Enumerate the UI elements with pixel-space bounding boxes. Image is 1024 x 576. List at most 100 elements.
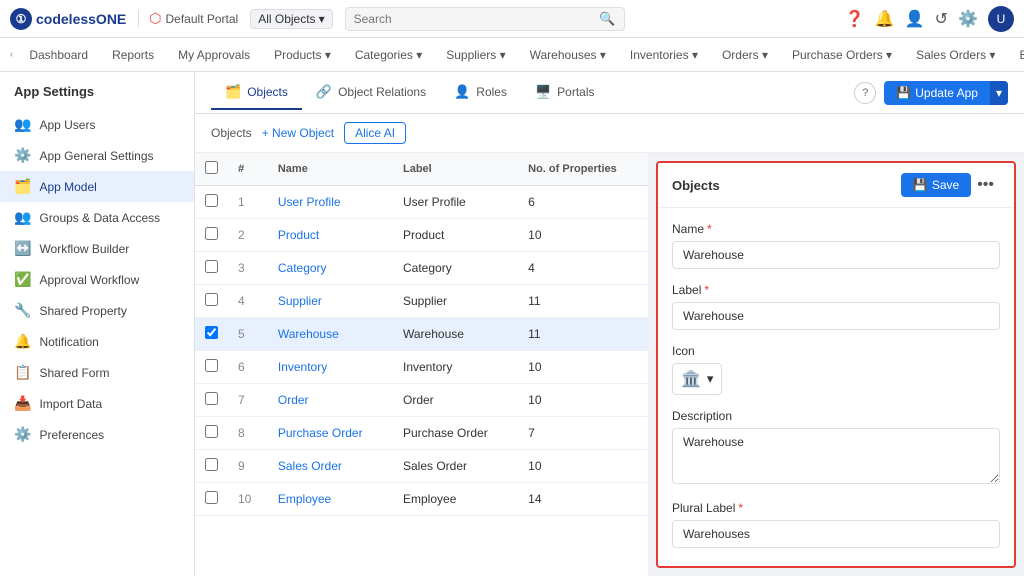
- row-name: Employee: [268, 483, 393, 516]
- object-link[interactable]: Warehouse: [278, 327, 339, 341]
- more-options-button[interactable]: •••: [971, 176, 1000, 194]
- object-link[interactable]: Category: [278, 261, 327, 275]
- nav-inventories[interactable]: Inventories ▾: [620, 42, 708, 68]
- settings-icon[interactable]: ⚙️: [958, 9, 978, 29]
- table-row[interactable]: 5 Warehouse Warehouse 11: [195, 318, 648, 351]
- sidebar-item-workflow-builder[interactable]: ↔️ Workflow Builder: [0, 233, 194, 264]
- row-checkbox-cell: [195, 285, 228, 318]
- objects-table: # Name Label No. of Properties 1 User Pr…: [195, 153, 648, 516]
- sidebar-item-app-model[interactable]: 🗂️ App Model: [0, 171, 194, 202]
- nav-orders[interactable]: Orders ▾: [712, 42, 778, 68]
- nav-sales-orders[interactable]: Sales Orders ▾: [906, 42, 1005, 68]
- portal-selector[interactable]: ⬡ Default Portal: [138, 10, 238, 27]
- row-checkbox-cell: [195, 318, 228, 351]
- tab-portals[interactable]: 🖥️ Portals: [521, 76, 609, 110]
- label-required-indicator: *: [704, 283, 709, 297]
- nav-dashboard[interactable]: Dashboard: [19, 42, 98, 68]
- tab-object-relations[interactable]: 🔗 Object Relations: [302, 76, 440, 110]
- object-link[interactable]: Sales Order: [278, 459, 342, 473]
- row-checkbox[interactable]: [205, 227, 218, 240]
- table-row[interactable]: 8 Purchase Order Purchase Order 7: [195, 417, 648, 450]
- save-button[interactable]: 💾 Save: [901, 173, 971, 197]
- row-number: 5: [228, 318, 268, 351]
- nav-categories[interactable]: Categories ▾: [345, 42, 432, 68]
- nav-reports[interactable]: Reports: [102, 42, 164, 68]
- row-checkbox[interactable]: [205, 491, 218, 504]
- nav-suppliers[interactable]: Suppliers ▾: [436, 42, 515, 68]
- description-textarea[interactable]: [672, 428, 1000, 484]
- icon-selector[interactable]: 🏛️ ▾: [672, 363, 722, 395]
- table-row[interactable]: 10 Employee Employee 14: [195, 483, 648, 516]
- row-checkbox[interactable]: [205, 194, 218, 207]
- row-checkbox-cell: [195, 450, 228, 483]
- row-name: Category: [268, 252, 393, 285]
- nav-employees[interactable]: Emplo…: [1009, 42, 1024, 68]
- table-row[interactable]: 1 User Profile User Profile 6: [195, 186, 648, 219]
- sidebar-item-approval-workflow[interactable]: ✅ Approval Workflow: [0, 264, 194, 295]
- second-nav: ‹ Dashboard Reports My Approvals Product…: [0, 38, 1024, 72]
- row-checkbox[interactable]: [205, 425, 218, 438]
- sidebar-item-import-data[interactable]: 📥 Import Data: [0, 388, 194, 419]
- table-row[interactable]: 3 Category Category 4: [195, 252, 648, 285]
- help-button[interactable]: ?: [854, 82, 876, 104]
- row-checkbox[interactable]: [205, 359, 218, 372]
- users-icon[interactable]: 👤: [905, 9, 925, 29]
- col-num: #: [228, 153, 268, 186]
- object-link[interactable]: Supplier: [278, 294, 322, 308]
- table-row[interactable]: 2 Product Product 10: [195, 219, 648, 252]
- row-checkbox[interactable]: [205, 260, 218, 273]
- row-number: 3: [228, 252, 268, 285]
- notification-icon: 🔔: [14, 333, 31, 350]
- nav-warehouses[interactable]: Warehouses ▾: [520, 42, 616, 68]
- update-app-button[interactable]: 💾 Update App ▾: [884, 81, 1008, 105]
- sidebar-item-app-users[interactable]: 👥 App Users: [0, 109, 194, 140]
- row-checkbox[interactable]: [205, 293, 218, 306]
- nav-my-approvals[interactable]: My Approvals: [168, 42, 260, 68]
- row-checkbox[interactable]: [205, 458, 218, 471]
- search-input[interactable]: [354, 12, 600, 26]
- plural-label-input[interactable]: [672, 520, 1000, 548]
- object-link[interactable]: Purchase Order: [278, 426, 363, 440]
- nav-products[interactable]: Products ▾: [264, 42, 341, 68]
- help-icon[interactable]: ❓: [845, 9, 865, 29]
- portal-icon: ⬡: [149, 10, 161, 27]
- nav-purchase-orders[interactable]: Purchase Orders ▾: [782, 42, 902, 68]
- select-all-checkbox[interactable]: [205, 161, 218, 174]
- nav-left-arrow[interactable]: ‹: [8, 43, 15, 66]
- object-link[interactable]: User Profile: [278, 195, 341, 209]
- sidebar-item-preferences[interactable]: ⚙️ Preferences: [0, 419, 194, 450]
- row-name: Warehouse: [268, 318, 393, 351]
- table-row[interactable]: 6 Inventory Inventory 10: [195, 351, 648, 384]
- tab-roles[interactable]: 👤 Roles: [440, 76, 521, 110]
- sidebar-item-app-general-settings[interactable]: ⚙️ App General Settings: [0, 140, 194, 171]
- name-input[interactable]: [672, 241, 1000, 269]
- row-checkbox[interactable]: [205, 392, 218, 405]
- search-bar[interactable]: 🔍: [345, 7, 625, 31]
- sidebar-item-shared-property[interactable]: 🔧 Shared Property: [0, 295, 194, 326]
- table-row[interactable]: 9 Sales Order Sales Order 10: [195, 450, 648, 483]
- sidebar-item-groups-data-access[interactable]: 👥 Groups & Data Access: [0, 202, 194, 233]
- object-link[interactable]: Inventory: [278, 360, 327, 374]
- sidebar-item-notification[interactable]: 🔔 Notification: [0, 326, 194, 357]
- tab-objects[interactable]: 🗂️ Objects: [211, 76, 302, 110]
- label-input[interactable]: [672, 302, 1000, 330]
- portals-tab-icon: 🖥️: [535, 84, 551, 100]
- update-app-dropdown-arrow[interactable]: ▾: [990, 81, 1008, 105]
- table-row[interactable]: 7 Order Order 10: [195, 384, 648, 417]
- name-required-indicator: *: [707, 222, 712, 236]
- icon-dropdown-chevron[interactable]: ▾: [707, 371, 714, 387]
- object-link[interactable]: Order: [278, 393, 309, 407]
- object-link[interactable]: Product: [278, 228, 319, 242]
- content: 🗂️ Objects 🔗 Object Relations 👤 Roles 🖥️…: [195, 72, 1024, 576]
- all-objects-dropdown[interactable]: All Objects ▾: [250, 9, 332, 29]
- object-link[interactable]: Employee: [278, 492, 331, 506]
- alice-ai-button[interactable]: Alice AI: [344, 122, 406, 144]
- table-row[interactable]: 4 Supplier Supplier 11: [195, 285, 648, 318]
- row-properties: 14: [518, 483, 648, 516]
- notifications-icon[interactable]: 🔔: [875, 9, 895, 29]
- sidebar-item-shared-form[interactable]: 📋 Shared Form: [0, 357, 194, 388]
- avatar[interactable]: U: [988, 6, 1014, 32]
- new-object-button[interactable]: + New Object: [262, 126, 334, 140]
- row-checkbox[interactable]: [205, 326, 218, 339]
- refresh-icon[interactable]: ↺: [935, 9, 948, 29]
